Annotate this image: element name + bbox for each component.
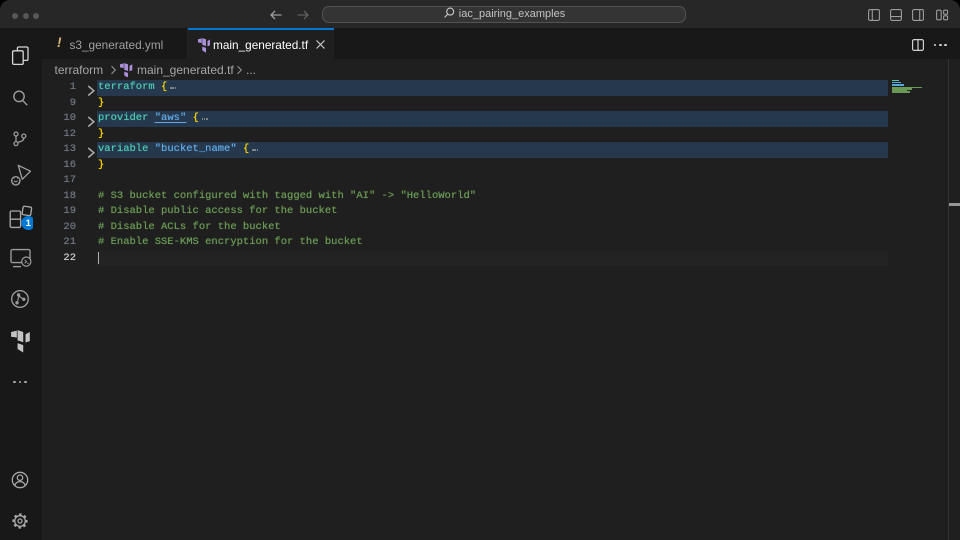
svg-text:1: 1 [26,218,32,229]
